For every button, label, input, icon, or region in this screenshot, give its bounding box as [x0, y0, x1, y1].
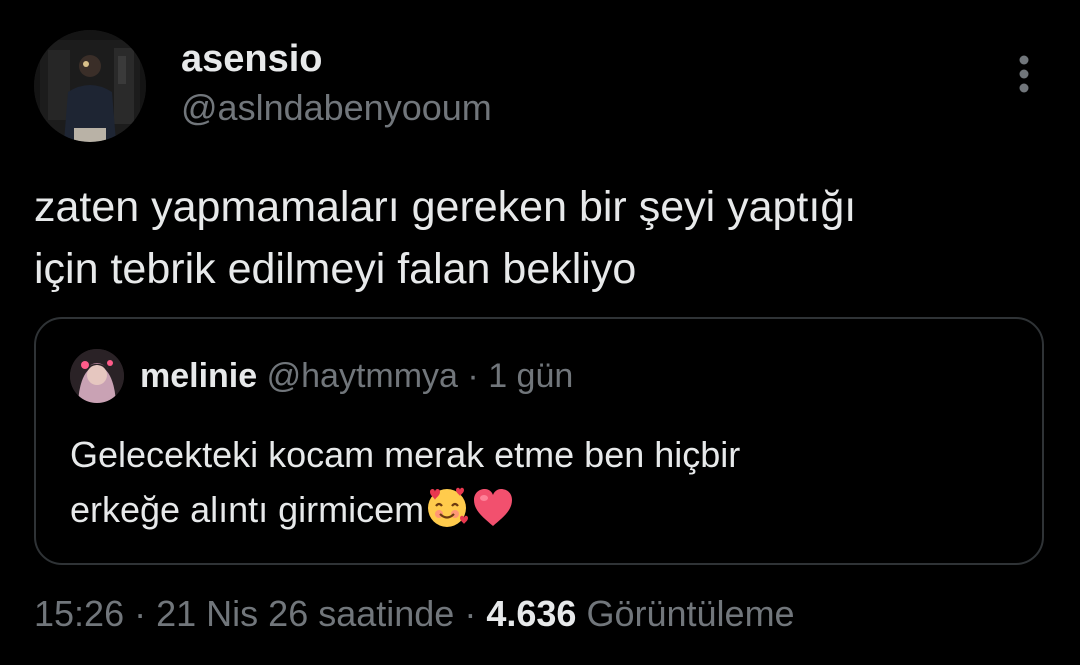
meta-separator: · [134, 593, 147, 634]
tweet-text-line: zaten yapmamaları gereken bir şeyi yaptı… [34, 183, 857, 231]
quoted-text-line-with-emoji: erkeğe alıntı girmicem [70, 482, 740, 545]
quoted-tweet-time[interactable]: 1 gün [488, 357, 573, 395]
red-heart-icon [470, 484, 516, 545]
quoted-text-line: erkeğe alıntı girmicem [70, 489, 425, 530]
author-display-name[interactable]: asensio [181, 36, 323, 82]
quoted-tweet-text: Gelecekteki kocam merak etme ben hiçbir … [70, 427, 740, 545]
views-count[interactable]: 4.636 [486, 593, 576, 634]
tweet-meta: 15:26 · 21 Nis 26 saatinde · 4.636 Görün… [34, 592, 795, 636]
author-avatar[interactable] [34, 30, 146, 142]
tweet-time[interactable]: 15:26 [34, 593, 124, 634]
quoted-tweet-card[interactable]: melinie @haytmmya · 1 gün Gelecekteki ko… [34, 317, 1044, 565]
quoted-author-handle[interactable]: @haytmmya [267, 357, 458, 395]
author-handle[interactable]: @aslndabenyooum [181, 86, 492, 130]
tweet-date[interactable]: 21 Nis 26 saatinde [156, 593, 454, 634]
quoted-author-avatar[interactable] [70, 349, 124, 403]
quoted-text-line: Gelecekteki kocam merak etme ben hiçbir [70, 434, 741, 475]
smiling-face-with-hearts-icon [424, 484, 470, 545]
more-options-button[interactable] [1004, 52, 1044, 96]
views-label[interactable]: Görüntüleme [586, 593, 794, 634]
quoted-author-name[interactable]: melinie [140, 357, 257, 395]
tweet-text: zaten yapmamaları gereken bir şeyi yaptı… [34, 176, 1044, 300]
header-separator: · [467, 357, 479, 395]
quoted-tweet-header: melinie @haytmmya · 1 gün [140, 355, 573, 397]
meta-separator: · [464, 593, 477, 634]
more-vertical-icon [1019, 55, 1029, 93]
tweet-text-line: için tebrik edilmeyi falan bekliyo [34, 245, 637, 293]
